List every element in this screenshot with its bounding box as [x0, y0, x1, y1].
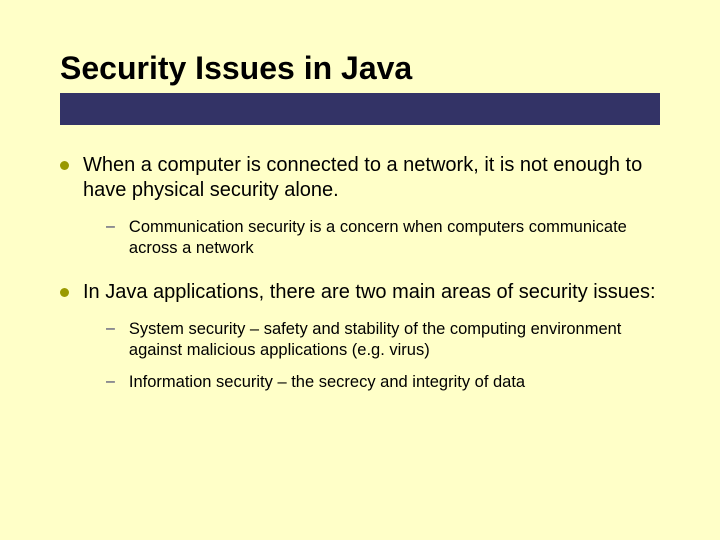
- list-subitem: – System security – safety and stability…: [106, 319, 660, 362]
- slide-title: Security Issues in Java: [60, 50, 670, 87]
- list-item: When a computer is connected to a networ…: [60, 153, 660, 203]
- bullet-icon: [60, 161, 69, 170]
- bullet-icon: [60, 288, 69, 297]
- dash-icon: –: [106, 319, 115, 340]
- list-item: In Java applications, there are two main…: [60, 280, 660, 305]
- spacer: [60, 270, 660, 280]
- list-item-text: In Java applications, there are two main…: [83, 280, 656, 305]
- list-subitem: – Communication security is a concern wh…: [106, 217, 660, 260]
- title-area: Security Issues in Java: [0, 0, 720, 125]
- list-subitem-text: Information security – the secrecy and i…: [129, 372, 525, 393]
- dash-icon: –: [106, 217, 115, 238]
- list-subitem: – Information security – the secrecy and…: [106, 372, 660, 393]
- list-item-text: When a computer is connected to a networ…: [83, 153, 660, 203]
- slide: Security Issues in Java When a computer …: [0, 0, 720, 540]
- list-subitem-text: Communication security is a concern when…: [129, 217, 660, 260]
- dash-icon: –: [106, 372, 115, 393]
- slide-content: When a computer is connected to a networ…: [0, 125, 720, 393]
- title-underline-bar: [60, 93, 660, 125]
- list-subitem-text: System security – safety and stability o…: [129, 319, 660, 362]
